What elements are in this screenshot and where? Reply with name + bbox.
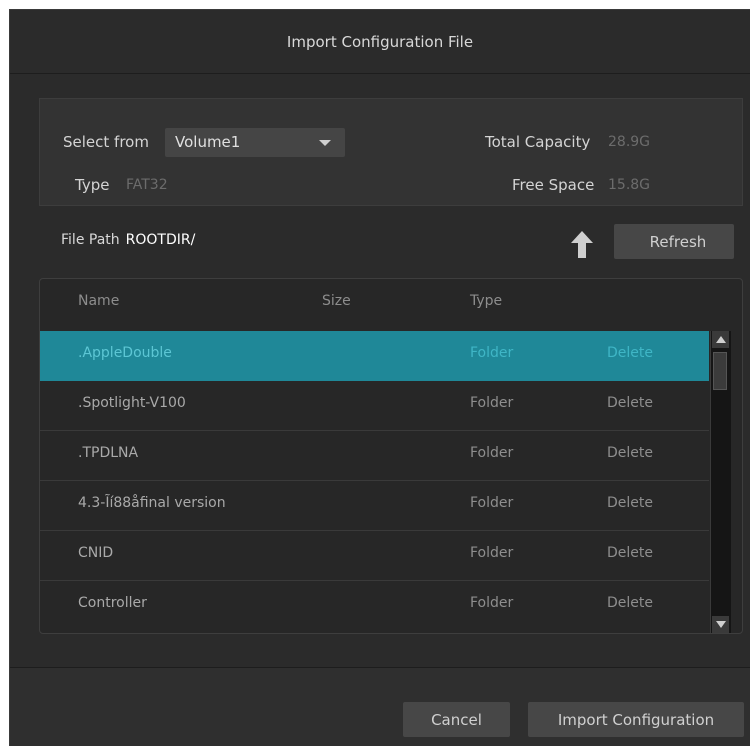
delete-button[interactable]: Delete [607, 445, 653, 461]
scroll-down-button[interactable] [712, 616, 729, 633]
file-table: Name Size Type .AppleDouble Folder Delet… [39, 278, 743, 634]
table-row[interactable]: 4.3-Ĩí88åfinal version Folder Delete [40, 481, 709, 531]
column-header-name[interactable]: Name [78, 293, 119, 309]
table-row[interactable]: Controller Folder Delete [40, 581, 709, 631]
scroll-up-button[interactable] [712, 331, 729, 348]
row-name: Controller [78, 595, 147, 611]
delete-button[interactable]: Delete [607, 495, 653, 511]
table-row[interactable]: .TPDLNA Folder Delete [40, 431, 709, 481]
file-path: File Path ROOTDIR/ [61, 232, 195, 248]
free-space-value: 15.8G [608, 177, 651, 193]
file-path-label: File Path [61, 232, 120, 248]
type-value: FAT32 [126, 177, 168, 193]
row-type: Folder [470, 495, 514, 511]
row-name: .Spotlight-V100 [78, 395, 186, 411]
file-path-value: ROOTDIR/ [125, 232, 196, 248]
dialog-title: Import Configuration File [10, 10, 750, 74]
row-name: CNID [78, 545, 114, 561]
cancel-button[interactable]: Cancel [403, 702, 510, 737]
row-type: Folder [470, 445, 514, 461]
column-header-type[interactable]: Type [470, 293, 502, 309]
chevron-down-icon [319, 140, 331, 146]
refresh-button[interactable]: Refresh [614, 224, 734, 259]
row-type: Folder [470, 395, 514, 411]
arrow-up-icon[interactable] [570, 229, 594, 259]
dialog-footer: Cancel Import Configuration [10, 667, 750, 746]
table-row[interactable]: CNID Folder Delete [40, 531, 709, 581]
import-configuration-button[interactable]: Import Configuration [528, 702, 744, 737]
row-type: Folder [470, 345, 514, 361]
row-name: 4.3-Ĩí88åfinal version [78, 495, 226, 511]
table-body: .AppleDouble Folder Delete .Spotlight-V1… [40, 331, 709, 631]
triangle-up-icon [715, 336, 726, 343]
volume-select-value: Volume1 [175, 133, 241, 151]
table-row[interactable]: .Spotlight-V100 Folder Delete [40, 381, 709, 431]
total-capacity-label: Total Capacity [485, 133, 591, 151]
table-row[interactable]: .AppleDouble Folder Delete [40, 331, 709, 381]
delete-button[interactable]: Delete [607, 545, 653, 561]
select-from-label: Select from [63, 133, 149, 151]
delete-button[interactable]: Delete [607, 345, 653, 361]
import-config-dialog: Import Configuration File Select from Vo… [9, 9, 750, 746]
volume-info-panel: Select from Volume1 Type FAT32 Total Cap… [39, 98, 743, 206]
row-name: .TPDLNA [78, 445, 139, 461]
delete-button[interactable]: Delete [607, 595, 653, 611]
row-type: Folder [470, 595, 514, 611]
row-type: Folder [470, 545, 514, 561]
free-space-label: Free Space [512, 176, 595, 194]
table-header: Name Size Type [40, 279, 710, 331]
total-capacity-value: 28.9G [608, 134, 651, 150]
scrollbar-thumb[interactable] [713, 352, 727, 390]
column-header-size[interactable]: Size [322, 293, 351, 309]
triangle-down-icon [715, 621, 726, 628]
volume-select[interactable]: Volume1 [165, 128, 345, 157]
row-name: .AppleDouble [78, 345, 172, 361]
vertical-scrollbar[interactable] [710, 331, 731, 633]
delete-button[interactable]: Delete [607, 395, 653, 411]
type-label: Type [75, 176, 110, 194]
